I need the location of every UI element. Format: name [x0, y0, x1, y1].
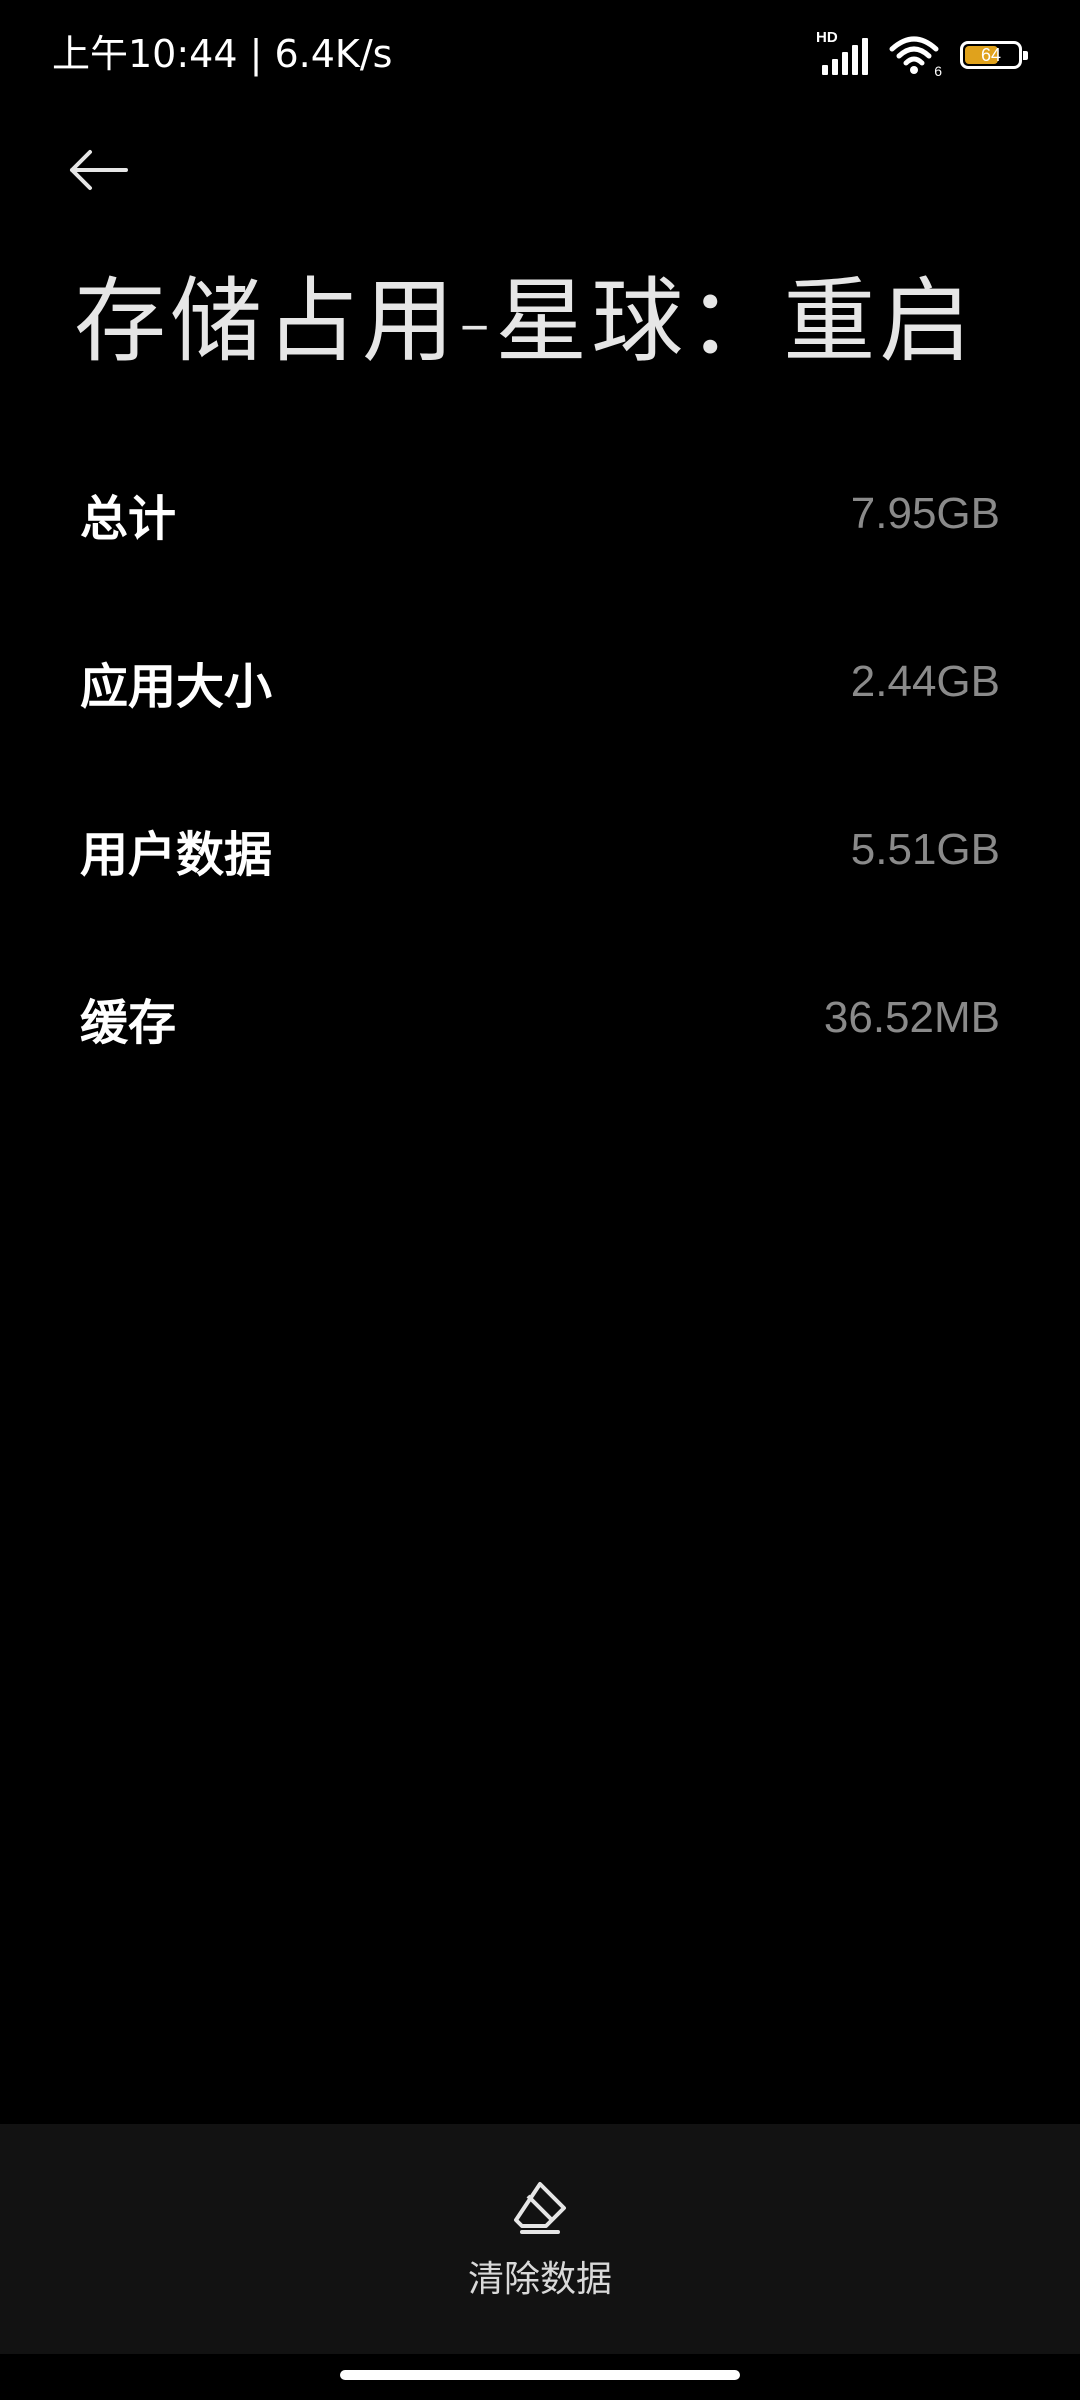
bottom-action-bar: 清除数据	[0, 2124, 1080, 2354]
eraser-icon	[513, 2182, 566, 2234]
signal-icon: HD	[816, 29, 872, 75]
row-label: 总计	[80, 491, 177, 547]
row-label: 应用大小	[80, 659, 273, 715]
clear-data-button[interactable]: 清除数据	[468, 2180, 612, 2302]
status-icons: HD 6 64	[816, 29, 1028, 79]
status-bar: 上午10:44 | 6.4K/s HD 6 64	[0, 0, 1080, 110]
back-button[interactable]	[66, 130, 156, 210]
storage-row-total: 总计 7.95GB	[0, 430, 1080, 598]
home-indicator[interactable]	[340, 2370, 740, 2380]
storage-list: 总计 7.95GB 应用大小 2.44GB 用户数据 5.51GB 缓存 36.…	[0, 430, 1080, 1102]
status-time-speed: 上午10:44 | 6.4K/s	[52, 32, 393, 76]
page-title: 存储占用-星球：重启	[74, 268, 976, 375]
row-value: 36.52MB	[823, 993, 1000, 1042]
storage-row-user-data: 用户数据 5.51GB	[0, 766, 1080, 934]
battery-level: 64	[980, 45, 1002, 65]
battery-icon: 64	[960, 41, 1028, 69]
battery-cap	[1023, 51, 1028, 60]
row-value: 7.95GB	[850, 489, 1000, 538]
wifi-6-badge: 6	[934, 63, 942, 79]
storage-row-cache: 缓存 36.52MB	[0, 934, 1080, 1102]
hd-badge: HD	[816, 29, 838, 46]
row-value: 2.44GB	[850, 657, 1000, 706]
row-label: 用户数据	[80, 827, 273, 883]
row-value: 5.51GB	[850, 825, 1000, 874]
row-label: 缓存	[80, 995, 177, 1051]
back-arrow-icon	[70, 150, 128, 190]
clear-data-label: 清除数据	[467, 2259, 613, 2300]
storage-row-app-size: 应用大小 2.44GB	[0, 598, 1080, 766]
wifi-icon: 6	[888, 35, 942, 79]
